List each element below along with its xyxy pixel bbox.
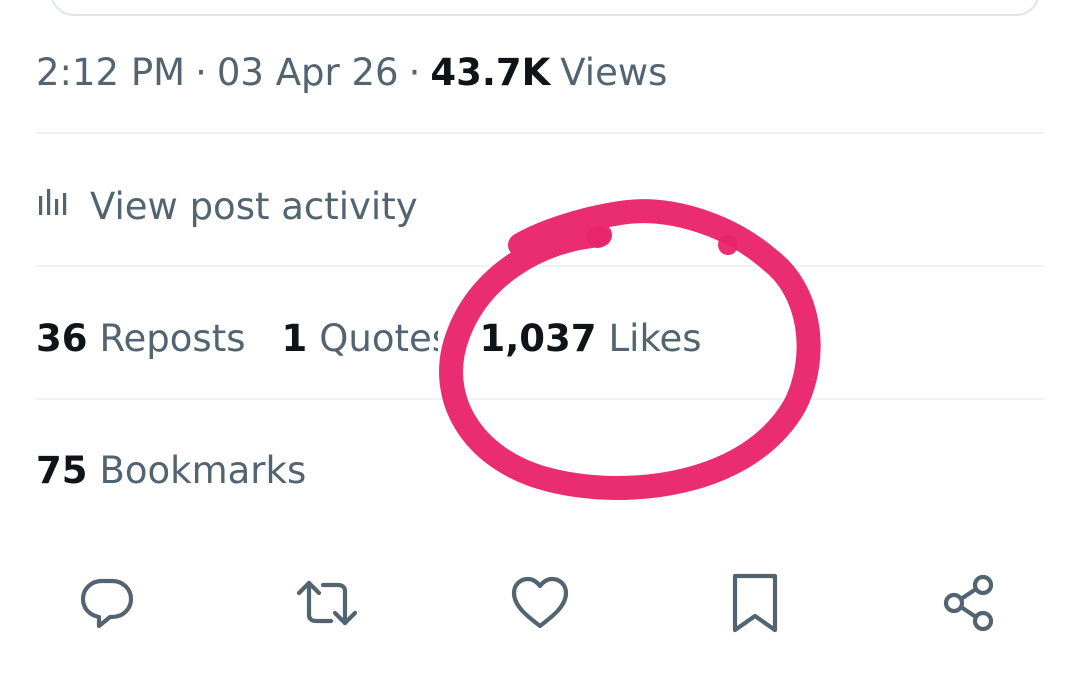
repost-icon	[295, 573, 359, 637]
views-label: Views	[560, 50, 668, 94]
bookmarks-label: Bookmarks	[99, 448, 307, 492]
bookmarks-stat[interactable]: 75 Bookmarks	[36, 449, 306, 492]
meta-separator: ·	[195, 50, 207, 94]
reposts-stat[interactable]: 36 Reposts	[36, 317, 246, 360]
view-post-activity-label: View post activity	[90, 184, 418, 228]
post-time[interactable]: 2:12 PM	[36, 51, 185, 94]
embedded-post-text: 27年12月	[108, 6, 281, 14]
quotes-stat[interactable]: 1 Quotes	[282, 317, 438, 360]
heart-icon	[509, 574, 571, 636]
quotes-count: 1	[281, 316, 308, 360]
share-button[interactable]	[935, 570, 1005, 640]
meta-separator: ·	[408, 50, 421, 94]
bookmarks-count: 75	[36, 448, 88, 492]
reposts-count: 36	[36, 316, 88, 360]
quotes-label: Quotes	[319, 316, 437, 360]
share-icon	[939, 572, 1001, 638]
divider	[36, 132, 1044, 134]
reply-icon	[77, 573, 137, 637]
likes-label: Likes	[608, 316, 702, 360]
bookmarks-stat-row: 75 Bookmarks	[36, 442, 306, 498]
reposts-label: Reposts	[99, 316, 246, 360]
post-action-bar	[0, 570, 1080, 640]
likes-count: 1,037	[479, 316, 597, 360]
divider	[36, 265, 1044, 267]
analytics-bars-icon	[36, 185, 90, 228]
post-date[interactable]: 03 Apr 26	[217, 51, 399, 94]
view-post-activity-link[interactable]: View post activity	[36, 178, 418, 234]
engagement-stats: 36 Reposts 1 Quotes 1,037 Likes	[36, 310, 702, 366]
reply-button[interactable]	[72, 570, 142, 640]
like-button[interactable]	[505, 570, 575, 640]
views-count: 43.7K	[430, 50, 551, 94]
likes-stat[interactable]: 1,037 Likes	[480, 317, 702, 360]
repost-button[interactable]	[292, 570, 362, 640]
bookmark-icon	[729, 572, 781, 638]
embedded-post-card[interactable]: 27年12月	[50, 0, 1040, 16]
post-meta: 2:12 PM · 03 Apr 26 · 43.7K Views	[36, 44, 667, 100]
divider	[36, 398, 1044, 400]
bookmark-button[interactable]	[720, 570, 790, 640]
